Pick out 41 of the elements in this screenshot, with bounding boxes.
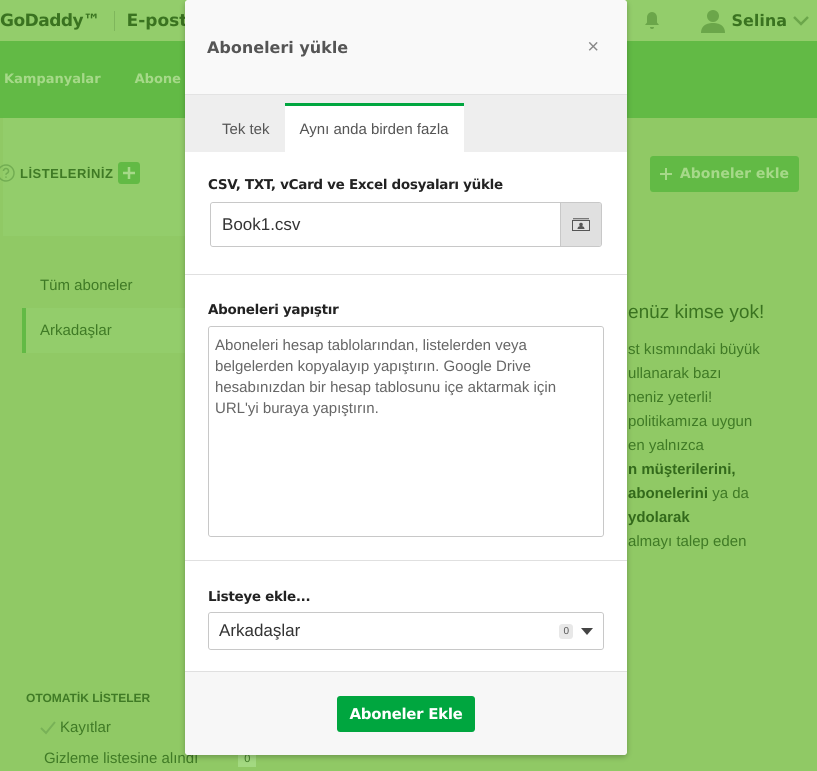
check-icon <box>40 720 56 734</box>
paste-field[interactable]: Aboneleri hesap tablolarından, listelerden veya belgelerden kopyalayıp yapıştırın. Google Drive hesabınızdan bir hesap tablosunu içe aktarmak için URL'yi buraya yapıştırın. <box>208 326 604 537</box>
user-icon[interactable] <box>701 8 726 32</box>
list-label: Listeye ekle... <box>208 589 312 605</box>
list-item[interactable]: Arkadaşlar <box>22 308 185 353</box>
empty-text: almayı talep eden <box>628 532 748 552</box>
help-icon[interactable] <box>0 164 15 182</box>
empty-text: ydolarak <box>628 508 691 528</box>
bell-icon[interactable] <box>643 10 662 30</box>
empty-text: ullanarak bazı <box>628 364 722 384</box>
chevron-down-icon[interactable] <box>793 16 809 26</box>
empty-text: politikamıza uygun <box>628 412 754 432</box>
empty-text: neniz yeterli! <box>628 388 714 408</box>
tab[interactable]: Aynı anda birden fazla <box>284 103 464 152</box>
auto-list-item[interactable]: Gizleme listesine alındı <box>44 750 198 767</box>
user-name[interactable]: Selina <box>731 11 787 30</box>
file-field[interactable]: Book1.csv <box>210 202 602 247</box>
list-item[interactable]: Tüm aboneler <box>22 263 185 308</box>
contact-card-icon <box>572 218 590 231</box>
empty-text: st kısmındaki büyük <box>628 340 761 360</box>
add-list-button[interactable] <box>118 162 140 184</box>
tab[interactable]: Tek tek <box>207 103 285 152</box>
upload-label: CSV, TXT, vCard ve Excel dosyaları yükle <box>208 177 504 193</box>
empty-title: enüz kimse yok! <box>628 302 766 324</box>
close-button[interactable]: × <box>583 36 603 58</box>
empty-text: en yalnızca <box>628 436 705 456</box>
product-name: E-post <box>126 10 188 30</box>
caret-icon <box>581 628 593 634</box>
list-dropdown[interactable]: Arkadaşlar 0 <box>208 612 604 650</box>
empty-text: n müşterilerini, <box>628 460 737 480</box>
plus-icon <box>123 167 136 179</box>
browse-button[interactable] <box>560 203 601 246</box>
auto-lists-heading: OTOMATİK LİSTELER <box>26 691 152 705</box>
dialog-title: Aboneleri yükle <box>207 38 348 56</box>
plus-icon <box>660 168 672 180</box>
submit-button[interactable]: Aboneler Ekle <box>337 696 475 732</box>
empty-text: abonelerini ya da <box>628 484 750 504</box>
logo[interactable]: GoDaddy™ <box>0 10 115 30</box>
lists-heading: LİSTELERİNİZ <box>20 166 114 180</box>
paste-label: Aboneleri yapıştır <box>208 302 340 318</box>
auto-list-item[interactable]: Kayıtlar <box>60 719 111 736</box>
